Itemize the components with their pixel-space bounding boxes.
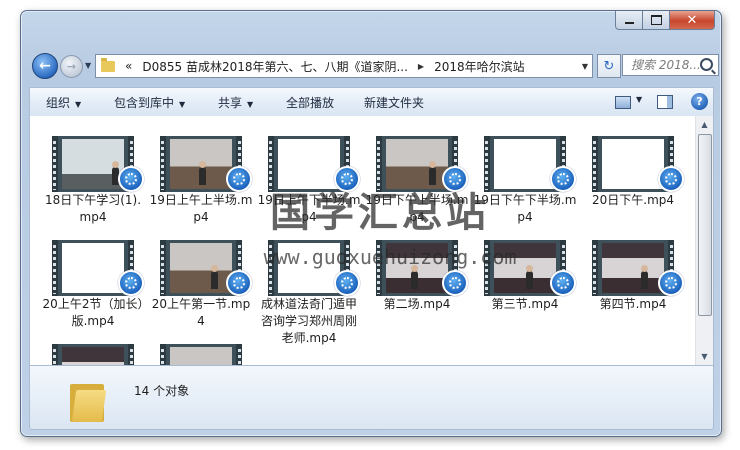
chevron-right-icon[interactable]: ▶ [418,62,424,71]
view-options-dropdown[interactable]: ▼ [636,95,642,104]
refresh-button[interactable]: ↻ [597,54,621,78]
file-name: 20上午2节（加长）版.mp4 [42,297,144,328]
thumbnail-frame [602,139,664,189]
media-player-icon [118,166,144,192]
video-thumbnail [52,344,134,365]
speaker-figure [526,265,533,289]
video-thumbnail [160,344,242,365]
new-folder-button[interactable]: 新建文件夹 [364,94,424,111]
search-input[interactable] [629,57,703,73]
refresh-icon: ↻ [603,58,615,74]
file-name: 20日下午.mp4 [591,193,675,207]
file-item[interactable]: 20日下午.mp4 [580,126,684,230]
close-icon: ✕ [686,12,698,28]
media-player-icon [334,270,360,296]
file-item[interactable]: 18日下午学习(1).mp4 [40,126,144,230]
forward-button[interactable]: → [60,55,83,78]
chevron-down-icon: ▼ [75,100,82,109]
file-list: 第四节.mp4 第三节.mp4 第二场.mp4 成林道法奇门遁甲咨询学习郑州周刚老师.… [29,116,714,365]
caption-buttons: ✕ [615,11,715,30]
file-item[interactable]: 20上午2节（加长）版.mp4 [40,230,144,334]
item-count: 14 个对象 [134,384,190,398]
file-item[interactable] [40,334,140,365]
media-player-icon [550,166,576,192]
breadcrumb-current-folder[interactable]: 2018年哈尔滨站 [434,58,525,75]
include-in-library-menu[interactable]: 包含到库中 ▼ [114,94,185,111]
file-name: 18日下午学习(1).mp4 [44,193,142,224]
file-item[interactable]: 第四节.mp4 [580,230,684,334]
organize-label: 组织 [46,96,71,110]
scroll-down-icon[interactable]: ▼ [696,348,713,365]
media-player-icon [226,270,252,296]
watermark-text: 国学汇总站 [270,189,490,236]
speaker-figure [641,265,648,289]
file-item[interactable] [148,334,248,365]
arrow-left-icon: ← [39,58,51,74]
file-name: 20上午第一节.mp4 [151,297,251,328]
scroll-thumb[interactable] [698,134,712,316]
file-name: 第四节.mp4 [599,297,667,311]
share-menu[interactable]: 共享 ▼ [218,94,253,111]
file-name: 第三节.mp4 [491,297,559,311]
thumbnail-frame [170,243,232,293]
breadcrumb-parent-folder[interactable]: D0855 苗成林2018年第六、七、八期《道家阴... [142,58,408,75]
thumbnail-frame [62,347,124,365]
chevron-down-icon: ▼ [179,100,186,109]
media-player-icon [118,270,144,296]
media-player-icon [442,270,468,296]
thumbnail-frame [170,347,232,365]
details-pane: 14 个对象 [29,365,714,430]
share-label: 共享 [218,96,243,110]
include-in-library-label: 包含到库中 [114,96,175,110]
thumbnail-frame [62,243,124,293]
preview-pane-icon[interactable] [657,95,673,109]
media-player-icon [550,270,576,296]
search-icon[interactable] [700,58,713,71]
maximize-icon [650,15,662,25]
thumbnail-frame [170,139,232,189]
help-icon[interactable]: ? [691,93,708,110]
file-item[interactable]: 20上午第一节.mp4 [148,230,252,334]
file-name: 第二场.mp4 [383,297,451,311]
close-button[interactable]: ✕ [670,11,715,30]
speaker-figure [411,265,418,289]
speaker-figure [211,265,218,289]
watermark-url: www.guoxuehuizong.com [263,245,517,269]
navigation-row: ← → ▼ « D0855 苗成林2018年第六、七、八期《道家阴... ▶ 2… [29,39,719,79]
media-player-icon [658,166,684,192]
minimize-icon [624,22,634,24]
change-view-icon[interactable] [615,96,631,109]
recent-pages-dropdown[interactable]: ▼ [85,61,91,70]
folder-icon [101,57,115,72]
back-button[interactable]: ← [32,53,58,79]
minimize-button[interactable] [615,11,643,30]
address-bar[interactable]: « D0855 苗成林2018年第六、七、八期《道家阴... ▶ 2018年哈尔… [95,54,593,78]
folder-icon [70,380,107,422]
chevron-down-icon[interactable]: ▼ [582,62,588,71]
play-all-button[interactable]: 全部播放 [286,94,334,111]
speaker-figure [199,161,206,185]
arrow-right-icon: → [66,60,77,73]
scroll-up-icon[interactable]: ▲ [696,116,713,133]
thumbnail-frame [62,139,124,189]
chevron-down-icon: ▼ [247,100,254,109]
search-box[interactable] [622,54,719,76]
maximize-button[interactable] [643,11,670,30]
file-name: 成林道法奇门遁甲咨询学习郑州周刚老师.mp4 [260,297,357,345]
vertical-scrollbar[interactable]: ▲ ▼ [695,116,713,365]
organize-menu[interactable]: 组织 ▼ [46,94,81,111]
thumbnail-frame [602,243,664,293]
breadcrumb-overflow[interactable]: « [125,59,132,73]
command-bar: 组织 ▼ 包含到库中 ▼ 共享 ▼ 全部播放 新建文件夹 ▼ ? [29,87,714,117]
media-player-icon [658,270,684,296]
